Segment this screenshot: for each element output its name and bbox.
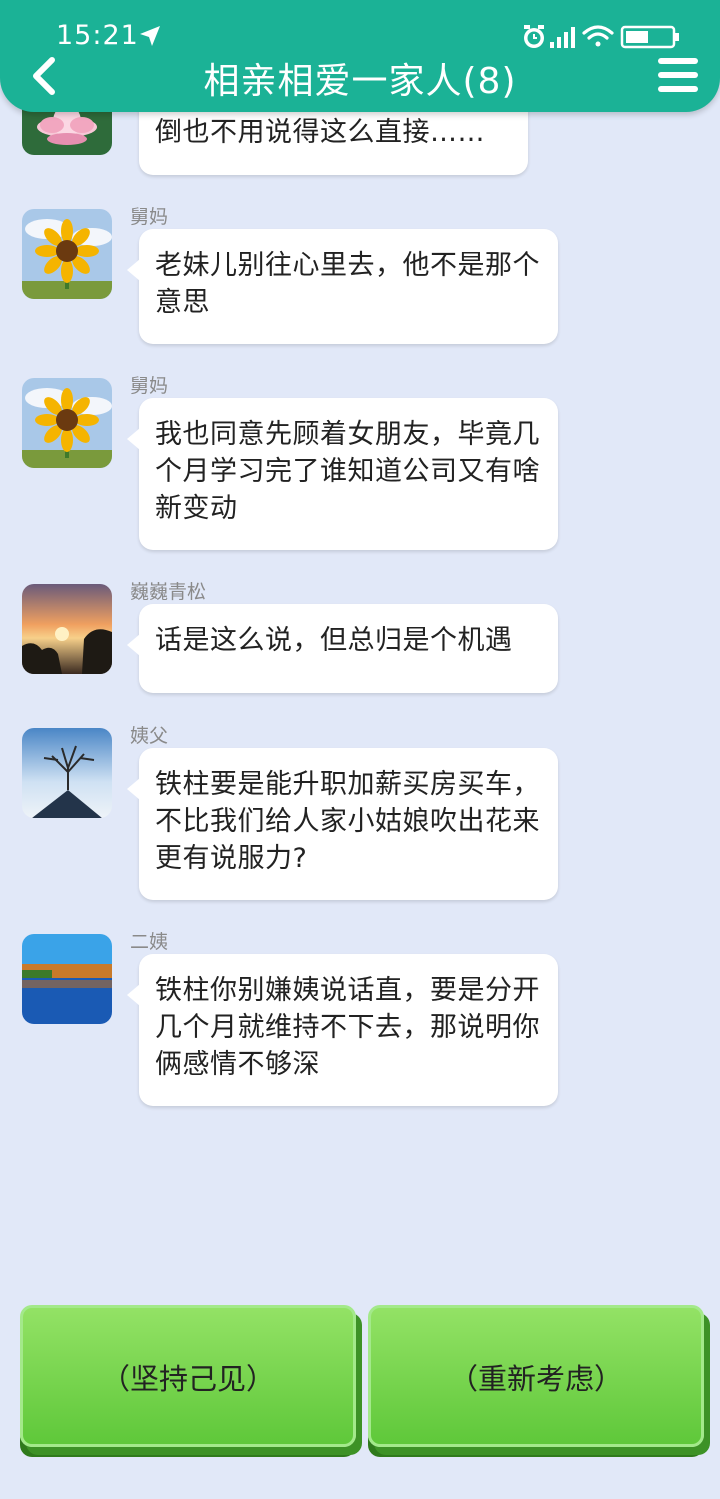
message-bubble: 铁柱要是能升职加薪买房买车，不比我们给人家小姑娘吹出花来更有说服力? [127, 748, 558, 900]
reconsider-choice-button[interactable]: （重新考虑） [368, 1305, 704, 1447]
alarm-icon [524, 25, 544, 48]
sunflower-avatar[interactable] [22, 209, 112, 299]
message-bubble: 铁柱你别嫌姨说话直，要是分开几个月就维持不下去，那说明你俩感情不够深 [127, 954, 558, 1106]
header-bar: 15:21 相亲相爱一家人(8) [0, 0, 720, 112]
message-bubble: 老妹儿别往心里去，他不是那个意思 [127, 229, 558, 344]
sender-name: 巍巍青松 [130, 581, 207, 603]
battery-icon [620, 25, 679, 49]
menu-line [658, 72, 698, 78]
sender-name: 舅妈 [130, 375, 169, 397]
lake-avatar[interactable] [22, 934, 112, 1024]
status-icons [524, 25, 679, 49]
signal-icon [550, 27, 575, 48]
wifi-icon [582, 25, 614, 47]
sunflower-avatar[interactable] [22, 378, 112, 468]
message-bubble: 话是这么说，但总归是个机遇 [127, 604, 558, 693]
menu-line [658, 86, 698, 92]
sender-name: 二姨 [130, 931, 169, 953]
menu-line [658, 58, 698, 64]
menu-button[interactable] [658, 58, 698, 96]
chat-title: 相亲相爱一家人(8) [203, 61, 517, 102]
insist-choice-button[interactable]: （坚持己见） [20, 1305, 356, 1447]
sender-name: 舅妈 [130, 206, 169, 228]
sender-name: 姨父 [130, 725, 169, 747]
tree-avatar[interactable] [22, 728, 112, 818]
message-bubble: 我也同意先顾着女朋友，毕竟几个月学习完了谁知道公司又有啥新变动 [127, 398, 558, 550]
sunset-avatar[interactable] [22, 584, 112, 674]
location-arrow-icon [140, 26, 160, 46]
status-time: 15:21 [56, 20, 139, 51]
